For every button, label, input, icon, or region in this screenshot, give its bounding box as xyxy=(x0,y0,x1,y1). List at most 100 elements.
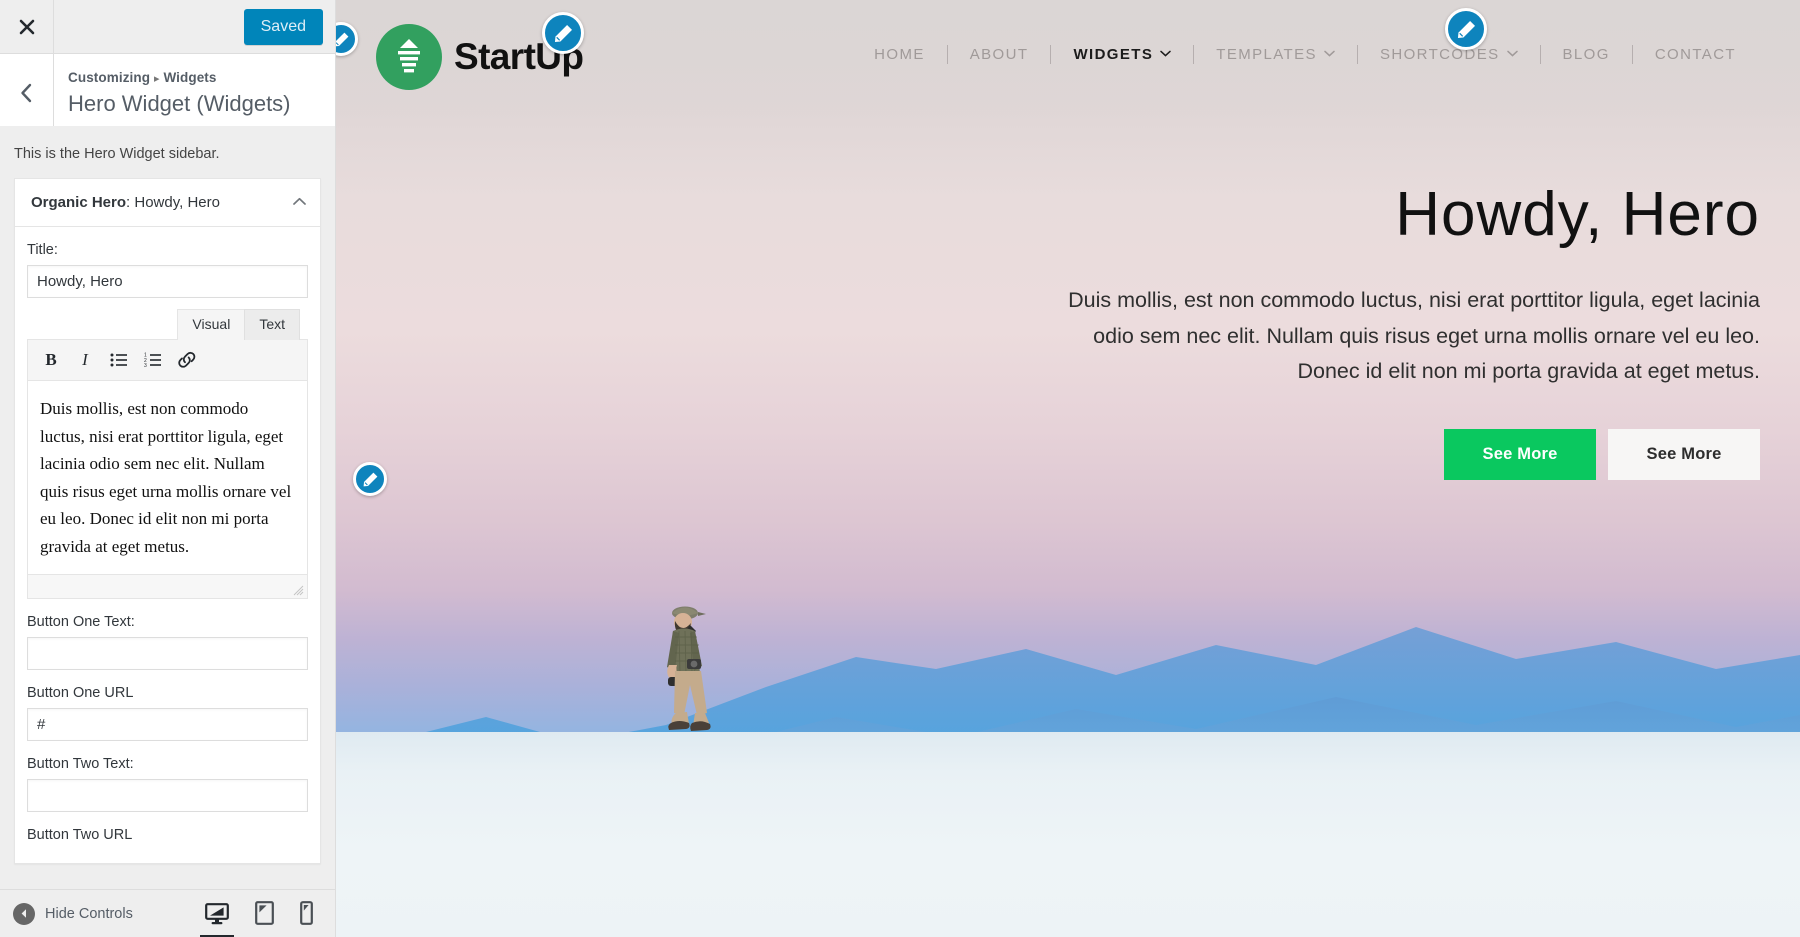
hero-title: Howdy, Hero xyxy=(1395,180,1760,249)
nav-label: CONTACT xyxy=(1654,46,1736,63)
widget-type-label: Organic Hero xyxy=(31,194,127,212)
chevron-left-icon xyxy=(21,83,32,103)
pencil-icon xyxy=(336,32,348,46)
nav-label: BLOG xyxy=(1562,46,1610,63)
hero-section: StartUp HOME ABOUT WIDGETS TEMPLATES SHO… xyxy=(336,0,1800,937)
desktop-preview-button[interactable] xyxy=(200,902,234,937)
bold-icon[interactable]: B xyxy=(36,346,66,374)
button-two-url-label: Button Two URL xyxy=(27,826,133,843)
chevron-down-icon xyxy=(1506,49,1518,60)
hero-description: Duis mollis, est non commodo luctus, nis… xyxy=(1068,288,1760,383)
italic-icon[interactable]: I xyxy=(70,346,100,374)
customizer-sidebar: Saved Customizing ▸ Widgets Hero Widget … xyxy=(0,0,336,937)
customizer-screen: Saved Customizing ▸ Widgets Hero Widget … xyxy=(0,0,1800,937)
button-two-text-label: Button Two Text: xyxy=(27,755,134,772)
svg-text:3: 3 xyxy=(144,363,147,368)
widget-card: Organic Hero: Howdy, Hero Title: Visual xyxy=(14,178,321,864)
save-button[interactable]: Saved xyxy=(243,8,323,45)
nav-label: HOME xyxy=(874,46,925,63)
widget-title: Organic Hero: Howdy, Hero xyxy=(31,194,220,211)
editor-toolbar: B I 1 2 3 xyxy=(27,339,308,382)
site-preview-pane: StartUp HOME ABOUT WIDGETS TEMPLATES SHO… xyxy=(336,0,1800,937)
tab-text[interactable]: Text xyxy=(244,309,300,341)
editor-tabs: Visual Text xyxy=(27,308,308,341)
title-label: Title: xyxy=(27,242,58,259)
mobile-preview-button[interactable] xyxy=(300,900,313,927)
customizer-body: This is the Hero Widget sidebar. Organic… xyxy=(0,126,335,889)
resize-grip-icon[interactable] xyxy=(292,584,304,596)
nav-item-about[interactable]: ABOUT xyxy=(948,46,1051,63)
field-button-one-url: Button One URL xyxy=(27,684,308,741)
pencil-icon xyxy=(363,472,377,486)
tab-visual[interactable]: Visual xyxy=(177,309,246,341)
page-title: Hero Widget (Widgets) xyxy=(68,91,291,117)
nav-label: WIDGETS xyxy=(1073,46,1154,63)
edit-shortcut-nav[interactable] xyxy=(1445,8,1487,50)
chevron-down-icon xyxy=(1324,49,1335,60)
breadcrumb-root: Customizing xyxy=(68,70,151,85)
customizer-topbar: Saved xyxy=(0,0,335,54)
close-customizer-button[interactable] xyxy=(0,0,54,53)
breadcrumb: Customizing ▸ Widgets xyxy=(68,68,291,88)
nav-label: TEMPLATES xyxy=(1216,46,1317,63)
widget-instance-title: Howdy, Hero xyxy=(134,194,220,212)
section-header-titles: Customizing ▸ Widgets Hero Widget (Widge… xyxy=(54,54,307,132)
chevron-down-icon xyxy=(1160,49,1171,60)
customizer-footer: Hide Controls xyxy=(0,889,335,937)
field-button-two-url: Button Two URL xyxy=(27,826,308,845)
content-editor: Visual Text B I 1 2 3 Duis mollis, est n… xyxy=(27,308,308,600)
button-one-text-label: Button One Text: xyxy=(27,614,135,631)
edit-shortcut-logo[interactable] xyxy=(542,12,584,54)
salt-flat-ground xyxy=(336,732,1800,937)
breadcrumb-section: Widgets xyxy=(163,70,217,85)
nav-item-contact[interactable]: CONTACT xyxy=(1633,46,1758,63)
back-button[interactable] xyxy=(0,54,54,132)
edit-shortcut-hero[interactable] xyxy=(353,462,387,496)
hero-button-one[interactable]: See More xyxy=(1444,429,1596,481)
hero-button-two[interactable]: See More xyxy=(1608,429,1760,481)
field-button-two-text: Button Two Text: xyxy=(27,755,308,812)
nav-item-blog[interactable]: BLOG xyxy=(1541,46,1632,63)
button-one-url-input[interactable] xyxy=(27,707,308,741)
primary-navigation: HOME ABOUT WIDGETS TEMPLATES SHORTCODES … xyxy=(852,45,1758,64)
button-one-url-label: Button One URL xyxy=(27,684,134,701)
field-button-one-text: Button One Text: xyxy=(27,613,308,670)
hero-content: Howdy, Hero Duis mollis, est non commodo… xyxy=(1050,180,1760,481)
breadcrumb-separator-icon: ▸ xyxy=(153,73,160,85)
title-input[interactable] xyxy=(27,265,308,299)
nav-item-widgets[interactable]: WIDGETS xyxy=(1051,46,1193,63)
nav-label: ABOUT xyxy=(969,46,1029,63)
editor-statusbar xyxy=(27,575,308,600)
nav-item-home[interactable]: HOME xyxy=(852,46,947,63)
walking-person-photo-subject xyxy=(667,606,711,731)
nav-item-templates[interactable]: TEMPLATES xyxy=(1194,46,1357,63)
nav-label: SHORTCODES xyxy=(1379,46,1500,63)
editor-content[interactable]: Duis mollis, est non commodo luctus, nis… xyxy=(27,381,308,576)
tablet-icon xyxy=(255,900,274,925)
pencil-icon xyxy=(1457,20,1475,38)
button-two-text-input[interactable] xyxy=(27,778,308,812)
mobile-icon xyxy=(300,900,313,925)
field-title: Title: xyxy=(27,241,308,299)
hide-controls-button[interactable]: Hide Controls xyxy=(0,902,133,925)
pencil-icon xyxy=(554,24,572,42)
tablet-preview-button[interactable] xyxy=(255,900,274,927)
hero-buttons: See More See More xyxy=(1050,429,1760,481)
sidebar-description: This is the Hero Widget sidebar. xyxy=(14,146,220,162)
widget-form: Title: Visual Text B I xyxy=(15,227,320,862)
close-icon xyxy=(19,19,34,34)
link-icon[interactable] xyxy=(172,346,202,374)
bulleted-list-icon[interactable] xyxy=(104,346,134,374)
caret-left-circle-icon xyxy=(13,902,35,925)
widget-header[interactable]: Organic Hero: Howdy, Hero xyxy=(15,179,320,228)
nav-item-shortcodes[interactable]: SHORTCODES xyxy=(1358,46,1540,63)
startup-pyramid-logo-icon xyxy=(376,24,442,90)
desktop-icon xyxy=(205,902,229,924)
customizer-section-header: Customizing ▸ Widgets Hero Widget (Widge… xyxy=(0,54,335,133)
button-one-text-input[interactable] xyxy=(27,636,308,670)
hide-controls-label: Hide Controls xyxy=(45,905,133,922)
chevron-up-icon[interactable] xyxy=(293,197,306,209)
device-preview-switcher xyxy=(200,900,335,937)
numbered-list-icon[interactable]: 1 2 3 xyxy=(138,346,168,374)
